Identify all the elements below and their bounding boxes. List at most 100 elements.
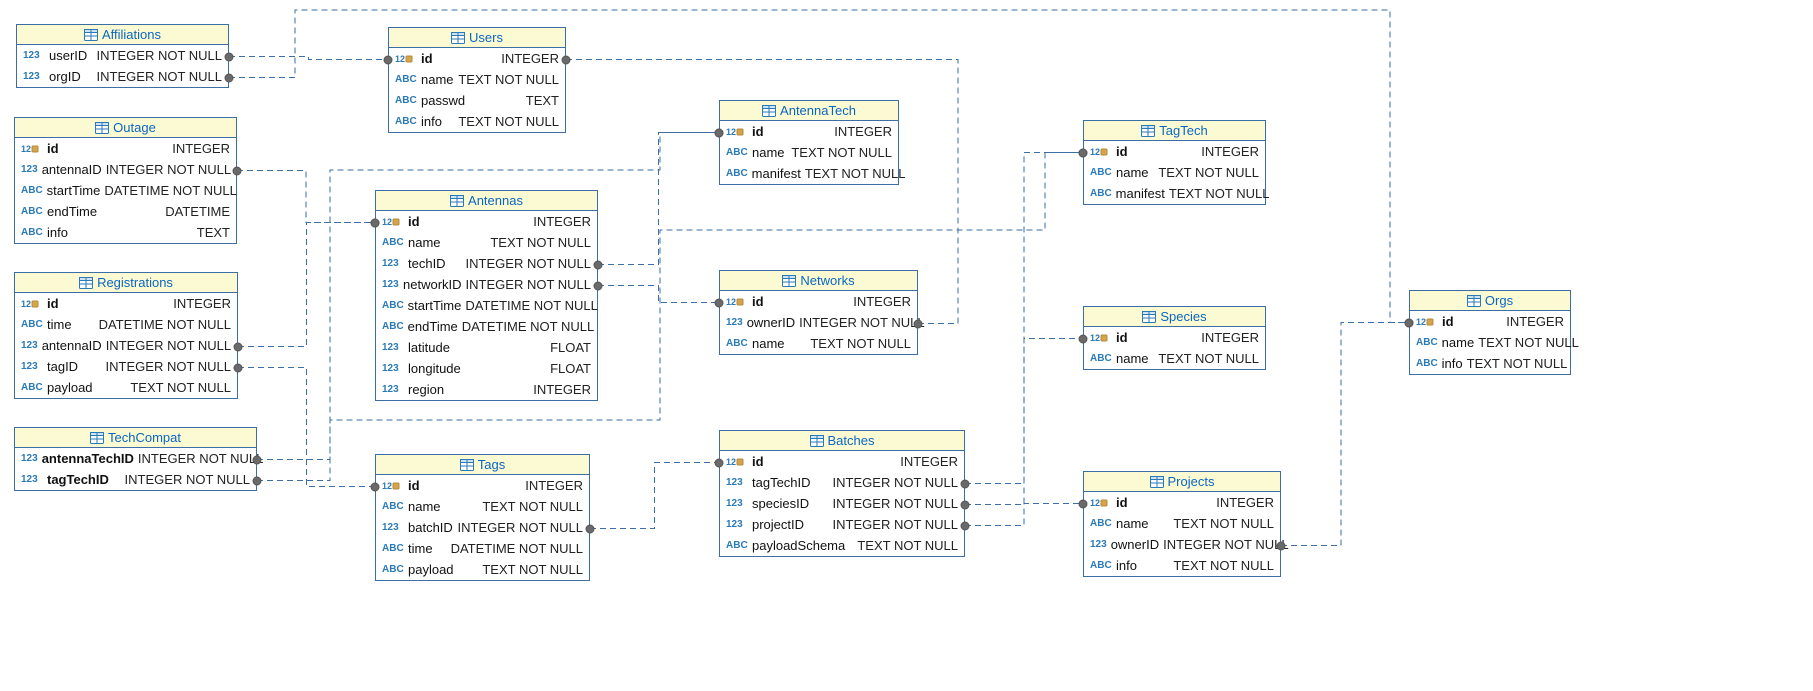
column-row[interactable]: ABCpayloadSchemaTEXT NOT NULL [720, 535, 964, 556]
entity-registrations[interactable]: Registrations12idINTEGERABCtimeDATETIME … [14, 272, 238, 399]
column-row[interactable]: 123ownerIDINTEGER NOT NULL [720, 312, 917, 333]
column-row[interactable]: 123tagIDINTEGER NOT NULL [15, 356, 237, 377]
column-row[interactable]: ABCinfoTEXT NOT NULL [1410, 353, 1570, 374]
column-row[interactable]: ABCtimeDATETIME NOT NULL [376, 538, 589, 559]
column-row[interactable]: 123orgIDINTEGER NOT NULL [17, 66, 228, 87]
column-row[interactable]: ABCpasswdTEXT [389, 90, 565, 111]
svg-text:12: 12 [21, 299, 31, 309]
entity-networks[interactable]: Networks12idINTEGER123ownerIDINTEGER NOT… [719, 270, 918, 355]
column-row[interactable]: 12idINTEGER [389, 48, 565, 69]
text-type-icon: ABC [1090, 556, 1112, 575]
column-row[interactable]: ABCnameTEXT NOT NULL [1084, 513, 1280, 534]
column-row[interactable]: ABCnameTEXT NOT NULL [1084, 348, 1265, 369]
table-icon [1150, 476, 1164, 488]
column-type: TEXT NOT NULL [1478, 333, 1579, 352]
entity-tags[interactable]: Tags12idINTEGERABCnameTEXT NOT NULL123ba… [375, 454, 590, 581]
column-row[interactable]: 123tagTechIDINTEGER NOT NULL [15, 469, 256, 490]
entity-header[interactable]: Antennas [376, 191, 597, 211]
column-row[interactable]: 12idINTEGER [720, 291, 917, 312]
entity-orgs[interactable]: Orgs12idINTEGERABCnameTEXT NOT NULLABCin… [1409, 290, 1571, 375]
entity-header[interactable]: Species [1084, 307, 1265, 327]
column-row[interactable]: ABCnameTEXT NOT NULL [389, 69, 565, 90]
entity-header[interactable]: AntennaTech [720, 101, 898, 121]
column-row[interactable]: ABCnameTEXT NOT NULL [376, 232, 597, 253]
entity-antennas[interactable]: Antennas12idINTEGERABCnameTEXT NOT NULL1… [375, 190, 598, 401]
entity-outage[interactable]: Outage12idINTEGER123antennaIDINTEGER NOT… [14, 117, 237, 244]
pk-icon: 12 [1090, 332, 1112, 344]
relationship-connector [237, 171, 375, 223]
column-type: INTEGER NOT NULL [466, 254, 591, 273]
entity-header[interactable]: Networks [720, 271, 917, 291]
column-row[interactable]: 123latitudeFLOAT [376, 337, 597, 358]
column-row[interactable]: 12idINTEGER [1084, 141, 1265, 162]
column-row[interactable]: ABCnameTEXT NOT NULL [720, 142, 898, 163]
column-row[interactable]: ABCpayloadTEXT NOT NULL [15, 377, 237, 398]
entity-affiliations[interactable]: Affiliations123userIDINTEGER NOT NULL123… [16, 24, 229, 88]
column-row[interactable]: ABCendTimeDATETIME [15, 201, 236, 222]
entity-species[interactable]: Species12idINTEGERABCnameTEXT NOT NULL [1083, 306, 1266, 370]
entity-projects[interactable]: Projects12idINTEGERABCnameTEXT NOT NULL1… [1083, 471, 1281, 577]
column-row[interactable]: ABCnameTEXT NOT NULL [1084, 162, 1265, 183]
column-row[interactable]: 12idINTEGER [1084, 492, 1280, 513]
entity-header[interactable]: Registrations [15, 273, 237, 293]
entity-header[interactable]: Projects [1084, 472, 1280, 492]
column-name: payloadSchema [752, 536, 845, 555]
entity-batches[interactable]: Batches12idINTEGER123tagTechIDINTEGER NO… [719, 430, 965, 557]
column-row[interactable]: 12idINTEGER [720, 121, 898, 142]
column-row[interactable]: 123longitudeFLOAT [376, 358, 597, 379]
entity-header[interactable]: Batches [720, 431, 964, 451]
column-row[interactable]: 12idINTEGER [1084, 327, 1265, 348]
column-row[interactable]: ABCstartTimeDATETIME NOT NULL [15, 180, 236, 201]
column-row[interactable]: 123batchIDINTEGER NOT NULL [376, 517, 589, 538]
column-row[interactable]: 123regionINTEGER [376, 379, 597, 400]
svg-text:12: 12 [726, 457, 736, 467]
entity-header[interactable]: Tags [376, 455, 589, 475]
column-row[interactable]: ABCnameTEXT NOT NULL [720, 333, 917, 354]
column-row[interactable]: 123projectIDINTEGER NOT NULL [720, 514, 964, 535]
column-row[interactable]: 12idINTEGER [15, 293, 237, 314]
table-icon [451, 32, 465, 44]
column-row[interactable]: ABCmanifestTEXT NOT NULL [720, 163, 898, 184]
text-type-icon: ABC [1090, 514, 1112, 533]
entity-header[interactable]: TagTech [1084, 121, 1265, 141]
column-row[interactable]: 123antennaIDINTEGER NOT NULL [15, 335, 237, 356]
entity-header[interactable]: Orgs [1410, 291, 1570, 311]
column-name: antennaTechID [42, 449, 134, 468]
column-row[interactable]: 12idINTEGER [15, 138, 236, 159]
column-row[interactable]: ABCnameTEXT NOT NULL [1410, 332, 1570, 353]
entity-techcompat[interactable]: TechCompat123antennaTechIDINTEGER NOT NU… [14, 427, 257, 491]
entity-header[interactable]: TechCompat [15, 428, 256, 448]
column-row[interactable]: 123speciesIDINTEGER NOT NULL [720, 493, 964, 514]
entity-header[interactable]: Outage [15, 118, 236, 138]
column-row[interactable]: 12idINTEGER [376, 211, 597, 232]
entity-header[interactable]: Affiliations [17, 25, 228, 45]
column-row[interactable]: 12idINTEGER [1410, 311, 1570, 332]
column-type: TEXT NOT NULL [1158, 349, 1259, 368]
column-row[interactable]: ABCendTimeDATETIME NOT NULL [376, 316, 597, 337]
column-row[interactable]: ABCinfoTEXT NOT NULL [1084, 555, 1280, 576]
column-row[interactable]: 123networkIDINTEGER NOT NULL [376, 274, 597, 295]
entity-tagtech[interactable]: TagTech12idINTEGERABCnameTEXT NOT NULLAB… [1083, 120, 1266, 205]
column-row[interactable]: 123techIDINTEGER NOT NULL [376, 253, 597, 274]
column-row[interactable]: ABCstartTimeDATETIME NOT NULL [376, 295, 597, 316]
entity-antennatech[interactable]: AntennaTech12idINTEGERABCnameTEXT NOT NU… [719, 100, 899, 185]
column-row[interactable]: ABCpayloadTEXT NOT NULL [376, 559, 589, 580]
text-type-icon: ABC [1090, 349, 1112, 368]
column-row[interactable]: 123tagTechIDINTEGER NOT NULL [720, 472, 964, 493]
column-row[interactable]: 123ownerIDINTEGER NOT NULL [1084, 534, 1280, 555]
column-row[interactable]: 123antennaTechIDINTEGER NOT NULL [15, 448, 256, 469]
column-row[interactable]: ABCtimeDATETIME NOT NULL [15, 314, 237, 335]
column-name: name [408, 497, 441, 516]
column-row[interactable]: 12idINTEGER [720, 451, 964, 472]
column-row[interactable]: 12idINTEGER [376, 475, 589, 496]
column-row[interactable]: 123userIDINTEGER NOT NULL [17, 45, 228, 66]
table-icon [1141, 125, 1155, 137]
entity-header[interactable]: Users [389, 28, 565, 48]
column-type: INTEGER [900, 452, 958, 471]
column-row[interactable]: ABCinfoTEXT NOT NULL [389, 111, 565, 132]
column-row[interactable]: ABCnameTEXT NOT NULL [376, 496, 589, 517]
column-row[interactable]: ABCmanifestTEXT NOT NULL [1084, 183, 1265, 204]
entity-users[interactable]: Users12idINTEGERABCnameTEXT NOT NULLABCp… [388, 27, 566, 133]
column-row[interactable]: 123antennaIDINTEGER NOT NULL [15, 159, 236, 180]
column-row[interactable]: ABCinfoTEXT [15, 222, 236, 243]
